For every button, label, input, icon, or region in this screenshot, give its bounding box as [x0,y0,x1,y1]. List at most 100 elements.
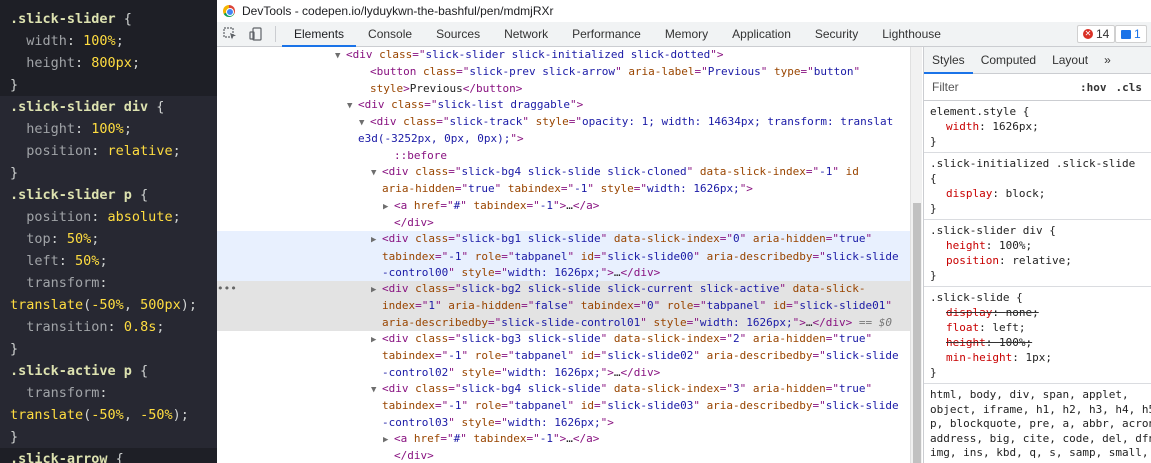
dom-token: =" [440,431,454,445]
dom-token: " [865,381,873,395]
more-tabs-icon[interactable]: » [1096,47,1119,74]
code-token: ; [91,231,100,247]
dom-token: class [415,282,449,296]
dom-token: </div> [394,215,434,229]
styles-filter[interactable]: Filter :hov .cls [924,74,1151,101]
property-name[interactable]: float [946,321,979,334]
dom-node-line: ::before [217,148,910,164]
error-count-badge[interactable]: ✕ 14 [1077,25,1116,43]
property-name[interactable]: position [946,254,999,267]
dom-node[interactable]: ▼ <div class="slick-track" style="opacity… [217,114,910,148]
dom-node[interactable]: ••• ▶ <div class="slick-bg2 slick-slide sl… [217,281,910,332]
tab-performance[interactable]: Performance [560,22,653,47]
property-name[interactable]: height [946,239,986,252]
style-declaration[interactable]: display: block; [930,186,1151,201]
tab-sources[interactable]: Sources [424,22,492,47]
more-actions-icon[interactable]: ••• [217,281,237,297]
styles-tab-styles[interactable]: Styles [924,47,973,74]
property-value[interactable]: left; [992,321,1025,334]
property-name[interactable]: display [946,306,992,319]
style-declaration[interactable]: display: none; [930,305,1151,320]
dom-node[interactable]: ▼ <div class="slick-bg4 slick-slide" data… [217,381,910,431]
expand-triangle-icon[interactable]: ▼ [371,165,382,181]
style-declaration[interactable]: height: 100%; [930,335,1151,350]
collapse-triangle-icon[interactable]: ▶ [371,332,382,348]
style-rule: .slick-initialized .slick-slide{display:… [924,153,1151,220]
rule-selector[interactable]: .slick-slide { [930,290,1151,305]
elements-scrollbar-thumb[interactable] [913,203,921,463]
property-name[interactable]: display [946,187,992,200]
dom-token: slick-slide [825,349,899,363]
elements-scrollbar[interactable] [910,47,922,463]
message-count: 1 [1134,27,1141,41]
dom-token: -control03 [382,415,449,429]
dom-node[interactable]: ▼ <div class="slick-list draggable"> [217,97,910,114]
tab-lighthouse[interactable]: Lighthouse [870,22,953,47]
collapse-triangle-icon[interactable]: ▶ [371,232,382,248]
style-declaration[interactable]: height: 100%; [930,238,1151,253]
css-editor[interactable]: .slick-slider { width: 100%; height: 800… [0,0,217,463]
expand-triangle-icon[interactable]: ▼ [371,382,382,398]
dom-token: data-slick-index [613,332,720,346]
property-value[interactable]: none; [1006,306,1039,319]
collapse-triangle-icon[interactable]: ▶ [383,199,394,215]
expand-triangle-icon[interactable]: ▼ [347,98,358,114]
dom-node[interactable]: ▶ <div class="slick-bg1 slick-slide" data… [217,231,910,282]
dom-token: " [460,198,474,212]
property-name[interactable]: width [946,120,979,133]
code-token: translate [10,297,84,313]
rule-selector[interactable]: .slick-slider div { [930,223,1151,238]
style-declaration[interactable]: min-height: 1px; [930,350,1151,365]
inspect-element-icon[interactable] [217,22,243,47]
code-token: left [10,253,59,269]
dom-node[interactable]: ::before [217,148,910,164]
dom-node[interactable]: ▶ <a href="#" tabindex="-1">…</a> [217,431,910,448]
property-value[interactable]: block; [1006,187,1046,200]
dom-token: =" [719,232,734,246]
dom-node[interactable]: ▼ <div class="slick-slider slick-initiali… [217,47,910,64]
tab-application[interactable]: Application [720,22,803,47]
expand-triangle-icon[interactable]: ▼ [359,115,370,131]
style-declaration[interactable]: position: relative; [930,253,1151,268]
styles-tab-layout[interactable]: Layout [1044,47,1096,74]
tab-console[interactable]: Console [356,22,424,47]
style-declaration[interactable]: float: left; [930,320,1151,335]
dom-node-line: -control03" style="width: 1626px;"> [217,415,910,431]
dom-token: id [580,249,594,263]
dom-node[interactable]: <button class="slick-prev slick-arrow" a… [217,64,910,97]
dom-node[interactable]: ▼ <div class="slick-bg4 slick-slide slick… [217,164,910,198]
elements-tree[interactable]: ▼ <div class="slick-slider slick-initiali… [217,47,910,463]
collapse-triangle-icon[interactable]: ▶ [371,282,382,298]
rule-selector[interactable]: element.style { [930,104,1151,119]
property-value[interactable]: 1px; [1025,351,1052,364]
hover-state-toggle[interactable]: :hov [1080,81,1107,94]
tab-security[interactable]: Security [803,22,870,47]
dom-node[interactable]: </div> [217,215,910,231]
styles-tab-computed[interactable]: Computed [973,47,1044,74]
message-count-badge[interactable]: 1 [1115,25,1147,43]
style-declaration[interactable]: width: 1626px; [930,119,1151,134]
tab-memory[interactable]: Memory [653,22,720,47]
dom-token: =" [434,349,449,363]
property-value[interactable]: 100%; [999,336,1032,349]
property-value[interactable]: 100%; [999,239,1032,252]
rule-selector[interactable]: .slick-initialized .slick-slide [930,156,1151,171]
property-value[interactable]: 1626px; [992,120,1038,133]
styles-filter-input[interactable]: Filter [932,80,1080,94]
dom-token: </button> [462,81,523,95]
dom-node[interactable]: </div> [217,448,910,463]
collapse-triangle-icon[interactable]: ▶ [383,432,394,448]
dom-node[interactable]: ▶ <div class="slick-bg3 slick-slide" data… [217,331,910,381]
expand-triangle-icon[interactable]: ▼ [335,48,346,64]
dom-token: -control00 [382,265,449,279]
property-name[interactable]: height [946,336,986,349]
dom-token: " [653,299,667,313]
class-toggle[interactable]: .cls [1116,81,1143,94]
property-name[interactable]: min-height [946,351,1012,364]
tab-elements[interactable]: Elements [282,22,357,47]
code-token: .slick-arrow [10,451,108,463]
device-toolbar-icon[interactable] [243,22,269,47]
property-value[interactable]: relative; [1012,254,1072,267]
tab-network[interactable]: Network [492,22,560,47]
dom-node[interactable]: ▶ <a href="#" tabindex="-1">…</a> [217,198,910,215]
